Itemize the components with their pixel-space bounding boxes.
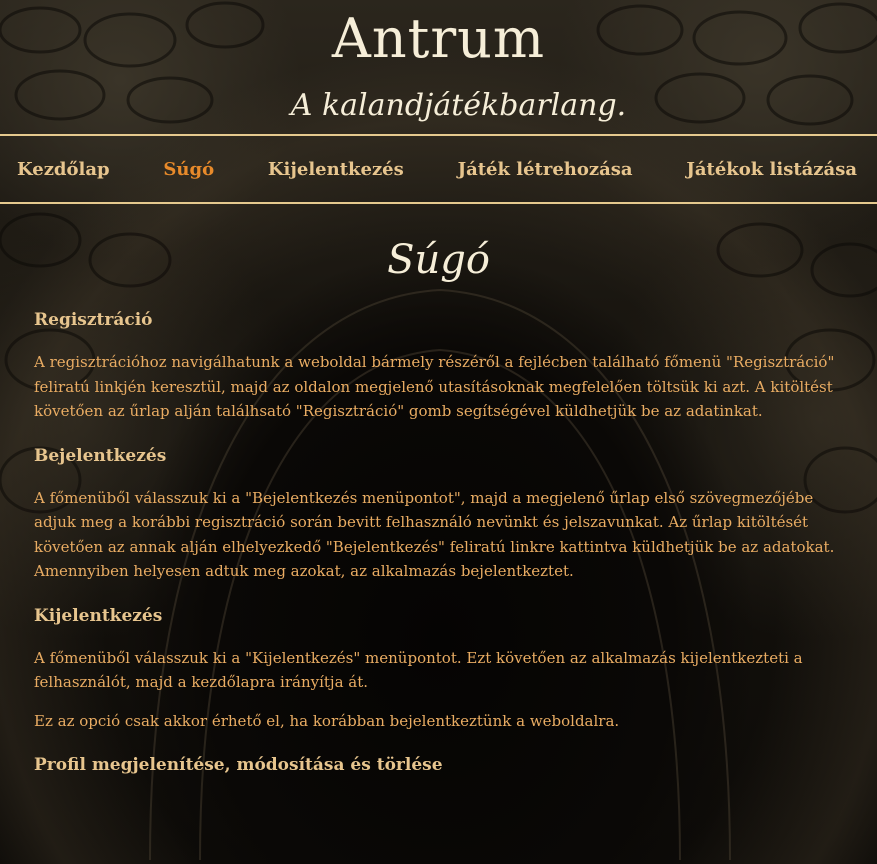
- section-paragraph: Ez az opció csak akkor érhető el, ha kor…: [34, 711, 620, 730]
- nav-item-list-games[interactable]: Játékok listázása: [686, 159, 857, 180]
- section-profile: Profil megjelenítése, módosítása és törl…: [34, 753, 843, 777]
- section-registration: Regisztráció A regisztrációhoz navigálha…: [34, 308, 843, 424]
- section-logout: Kijelentkezés A főmenüből válasszuk ki a…: [34, 604, 843, 734]
- section-heading: Kijelentkezés: [34, 605, 163, 626]
- section-heading: Profil megjelenítése, módosítása és törl…: [34, 755, 443, 775]
- section-login: Bejelentkezés A főmenüből válasszuk ki a…: [34, 444, 843, 584]
- section-heading: Bejelentkezés: [34, 445, 167, 466]
- page-title: Súgó: [387, 237, 490, 283]
- section-paragraph: A főmenüből válasszuk ki a "Bejelentkezé…: [34, 488, 835, 581]
- nav-item-home[interactable]: Kezdőlap: [17, 159, 110, 180]
- main-menu: Kezdőlap Súgó Kijelentkezés Játék létreh…: [0, 134, 877, 204]
- nav-item-create-game[interactable]: Játék létrehozása: [458, 159, 633, 180]
- nav-item-help[interactable]: Súgó: [163, 159, 214, 180]
- section-heading: Regisztráció: [34, 310, 153, 330]
- site-header: Antrum A kalandjátékbarlang.: [0, 0, 877, 134]
- section-paragraph: A regisztrációhoz navigálhatunk a webold…: [34, 353, 835, 420]
- section-paragraph: A főmenüből válasszuk ki a "Kijelentkezé…: [34, 648, 803, 692]
- help-content: Súgó Regisztráció A regisztrációhoz navi…: [0, 232, 877, 777]
- nav-item-logout[interactable]: Kijelentkezés: [268, 159, 404, 180]
- site-subtitle: A kalandjátékbarlang.: [290, 88, 627, 123]
- site-title[interactable]: Antrum: [0, 0, 877, 78]
